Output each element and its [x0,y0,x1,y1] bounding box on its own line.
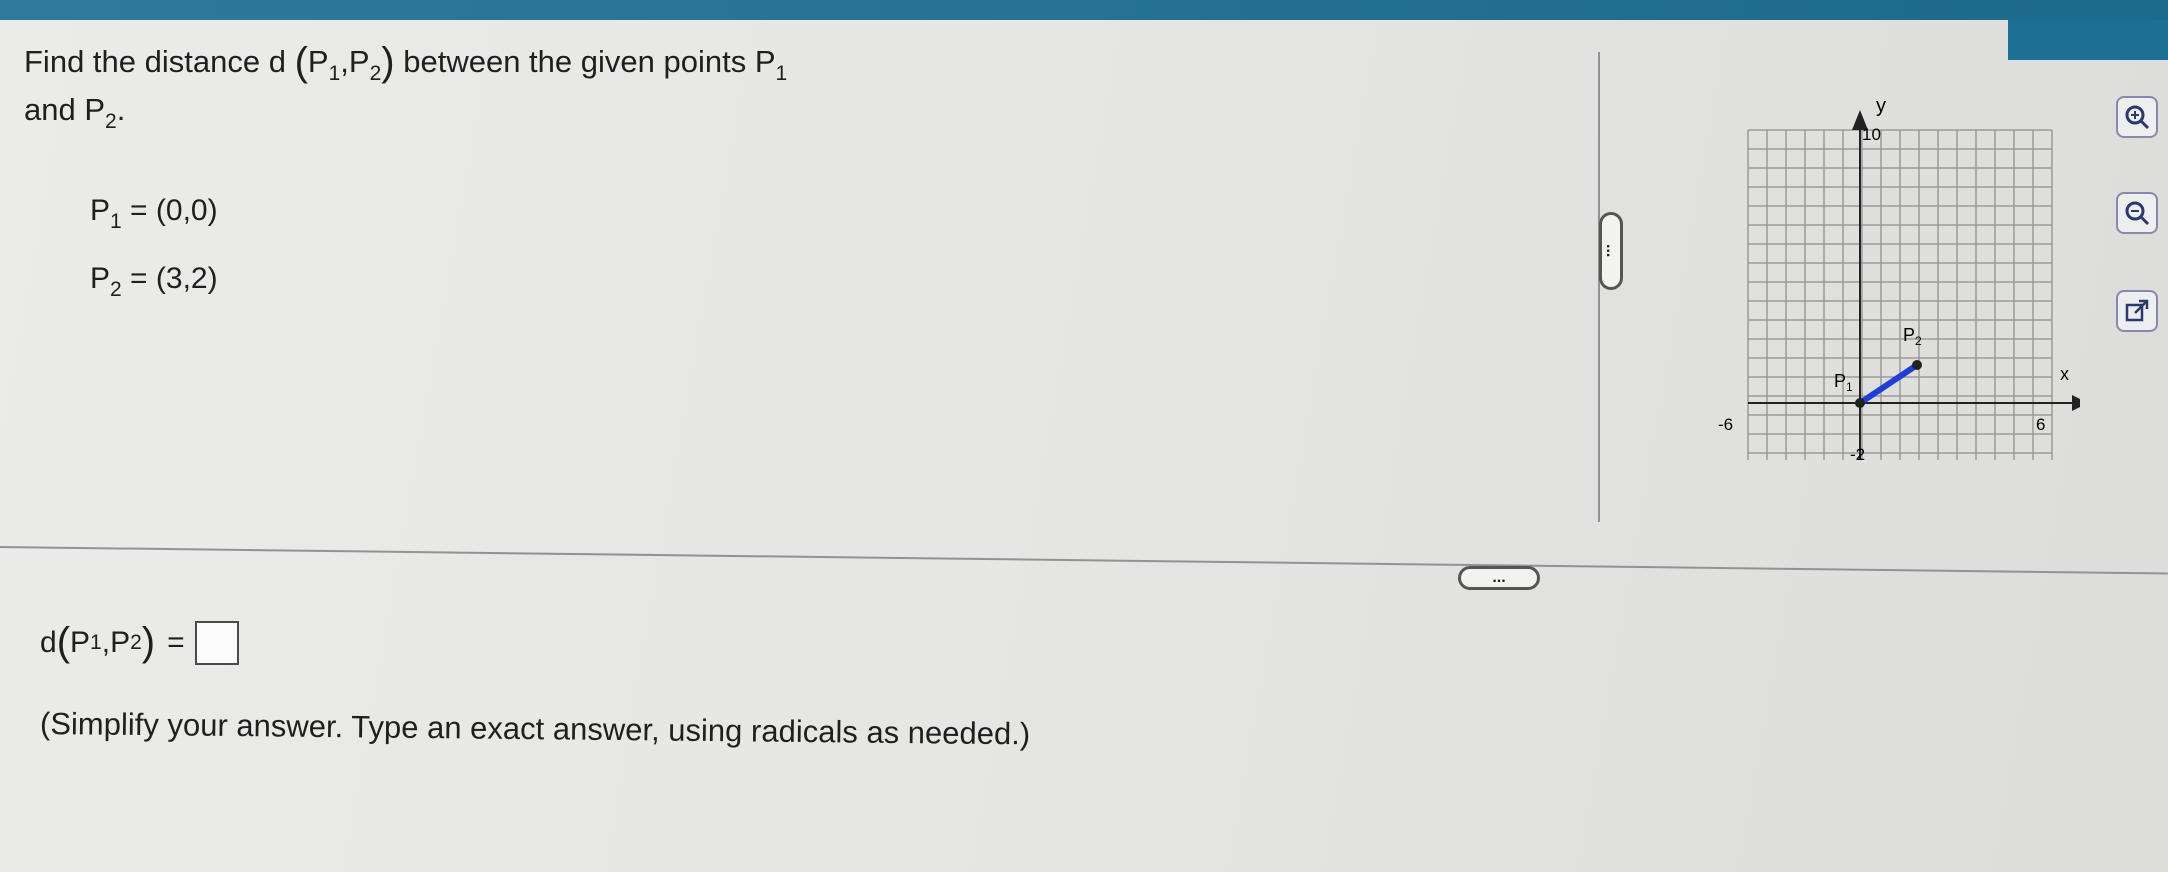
tick-label-6: 6 [2036,415,2045,434]
horizontal-divider [0,546,2168,575]
zoom-in-button[interactable] [2116,96,2158,138]
y-axis-label: y [1876,95,1886,117]
open-in-new-window-button[interactable] [2116,290,2158,332]
answer-input[interactable] [194,620,239,665]
point-p2-marker [1912,360,1922,370]
zoom-out-button[interactable] [2116,192,2158,234]
tick-label-neg2: -2 [1850,445,1865,464]
segment-p1-p2 [1858,362,1919,406]
top-right-header [2008,20,2168,60]
point-p1: P1 = (0,0) [90,194,218,233]
point-p1-label: P1 [1834,371,1853,394]
x-axis-arrow [2072,395,2080,411]
tick-label-10: 10 [1862,125,1881,144]
coordinate-graph: x y -6 6 10 -2 P1 P2 [1718,95,2080,464]
external-link-icon [2125,299,2149,322]
point-p2: P2 = (3,2) [90,262,218,301]
point-p1-marker [1855,398,1865,408]
x-axis-label: x [2060,364,2069,384]
zoom-out-icon [2125,201,2150,226]
zoom-in-icon [2125,105,2150,130]
vertical-splitter-handle[interactable]: ... [1599,212,1623,290]
answer-row: d (P 1, P 2) = [40,620,239,665]
vertical-divider [1598,52,1600,522]
horizontal-splitter-handle[interactable]: ... [1458,566,1540,590]
graph-grid [1747,129,2053,460]
question-line-2: and P2. [24,92,126,133]
top-bar-shade [0,0,2168,20]
tick-label-neg6: -6 [1718,415,1733,434]
question-line-1: Find the distance d (P1,P2) between the … [24,40,788,85]
answer-instruction: (Simplify your answer. Type an exact ans… [39,706,1031,752]
